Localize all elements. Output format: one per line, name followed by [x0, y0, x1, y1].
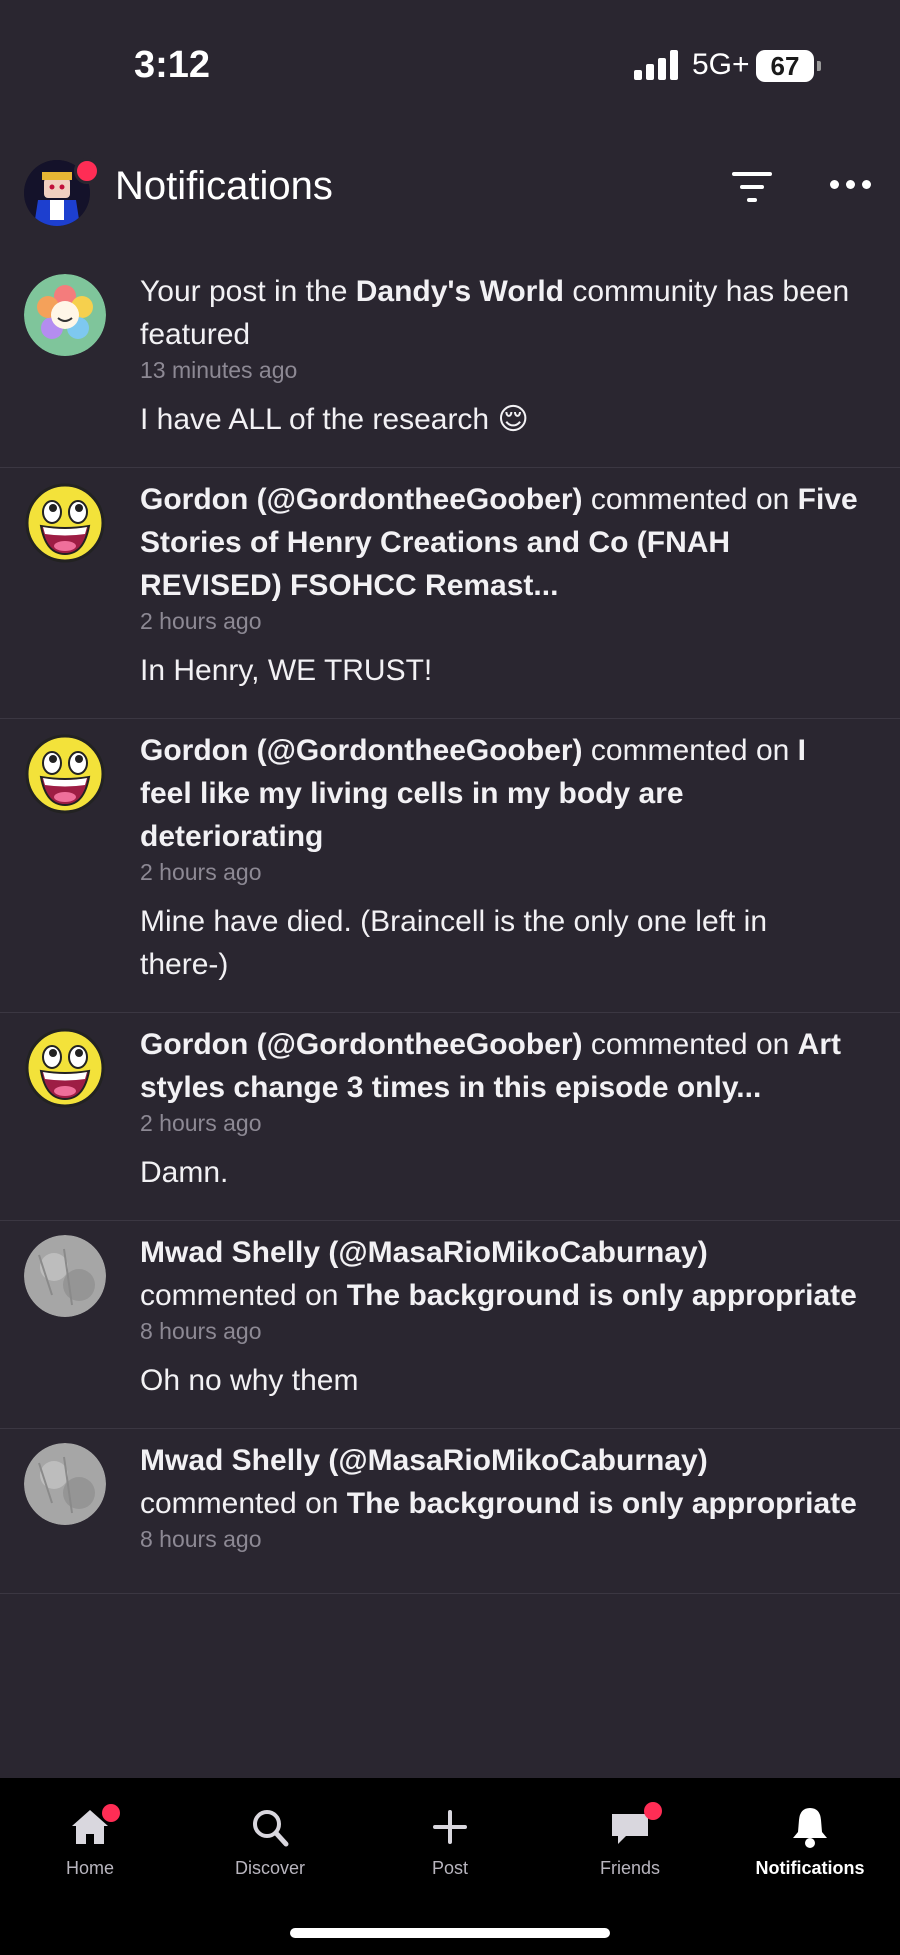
bell-icon	[780, 1798, 840, 1856]
search-icon	[240, 1798, 300, 1856]
notification-preview: Mine have died. (Braincell is the only o…	[140, 905, 768, 981]
notification-item[interactable]: Gordon (@GordontheeGoober) commented on …	[0, 468, 900, 719]
notification-time: 13 minutes ago	[140, 357, 298, 383]
notification-text: Gordon (@GordontheeGoober) commented on …	[140, 483, 858, 602]
signal-icon	[634, 50, 680, 80]
flower-icon	[24, 274, 106, 356]
profile-badge-dot	[74, 158, 100, 184]
tab-post[interactable]: Post	[380, 1798, 520, 1879]
gray-photo-avatar	[24, 1235, 106, 1317]
home-badge-dot	[102, 1804, 120, 1822]
notification-time: 8 hours ago	[140, 1318, 262, 1344]
awesome-face-icon	[24, 1027, 106, 1109]
user-link[interactable]: Gordon (@GordontheeGoober)	[140, 734, 583, 767]
tab-label: Post	[431, 1858, 469, 1878]
status-bar: 3:12 5G+ 67	[0, 0, 900, 130]
page-title: Notifications	[115, 164, 333, 208]
home-indicator	[290, 1928, 610, 1938]
tab-label: Discover	[234, 1858, 305, 1878]
page-header: Notifications	[0, 150, 900, 230]
notification-text: Gordon (@GordontheeGoober) commented on …	[140, 1028, 842, 1104]
notification-preview: Damn.	[140, 1156, 229, 1189]
awesome-face-icon	[24, 482, 106, 564]
user-link[interactable]: Mwad Shelly (@MasaRioMikoCaburnay)	[140, 1236, 708, 1269]
tab-home[interactable]: Home	[20, 1798, 160, 1879]
post-link[interactable]: The background is only appropriate	[347, 1279, 857, 1312]
tab-notifications[interactable]: Notifications	[740, 1798, 880, 1879]
notification-time: 2 hours ago	[140, 1110, 262, 1136]
notification-preview: In Henry, WE TRUST!	[140, 654, 433, 687]
battery-icon: 67	[756, 50, 821, 82]
more-options-icon[interactable]	[830, 180, 872, 190]
notification-preview: I have ALL of the research 😌	[140, 403, 529, 436]
user-link[interactable]: Mwad Shelly (@MasaRioMikoCaburnay)	[140, 1444, 708, 1477]
network-type: 5G+	[692, 48, 750, 81]
awesome-face-icon	[24, 733, 106, 815]
notification-time: 8 hours ago	[140, 1526, 262, 1552]
notification-text: Mwad Shelly (@MasaRioMikoCaburnay) comme…	[140, 1236, 857, 1312]
community-link[interactable]: Dandy's World	[356, 275, 564, 308]
tab-discover[interactable]: Discover	[200, 1798, 340, 1879]
status-time: 3:12	[134, 44, 211, 86]
notification-preview: Oh no why them	[140, 1364, 359, 1397]
filter-icon[interactable]	[732, 170, 772, 204]
notification-item[interactable]: Gordon (@GordontheeGoober) commented on …	[0, 1013, 900, 1221]
plus-icon	[420, 1798, 480, 1856]
friends-badge-dot	[644, 1802, 662, 1820]
notification-time: 2 hours ago	[140, 608, 262, 634]
tab-label: Home	[65, 1858, 114, 1878]
tab-friends[interactable]: Friends	[560, 1798, 700, 1879]
notification-text: Gordon (@GordontheeGoober) commented on …	[140, 734, 807, 853]
notification-item[interactable]: Your post in the Dandy's World community…	[0, 260, 900, 468]
user-link[interactable]: Gordon (@GordontheeGoober)	[140, 483, 583, 516]
home-icon	[60, 1798, 120, 1856]
notification-text: Your post in the Dandy's World community…	[140, 275, 850, 351]
user-link[interactable]: Gordon (@GordontheeGoober)	[140, 1028, 583, 1061]
notification-text: Mwad Shelly (@MasaRioMikoCaburnay) comme…	[140, 1444, 857, 1520]
notifications-list[interactable]: Your post in the Dandy's World community…	[0, 260, 900, 1778]
tab-label: Notifications	[755, 1858, 865, 1878]
notification-item[interactable]: Gordon (@GordontheeGoober) commented on …	[0, 719, 900, 1013]
notification-item[interactable]: Mwad Shelly (@MasaRioMikoCaburnay) comme…	[0, 1429, 900, 1594]
chat-icon	[600, 1798, 662, 1856]
tab-label: Friends	[599, 1858, 661, 1878]
post-link[interactable]: The background is only appropriate	[347, 1487, 857, 1520]
notification-time: 2 hours ago	[140, 859, 262, 885]
gray-photo-avatar	[24, 1443, 106, 1525]
notification-item[interactable]: Mwad Shelly (@MasaRioMikoCaburnay) comme…	[0, 1221, 900, 1429]
